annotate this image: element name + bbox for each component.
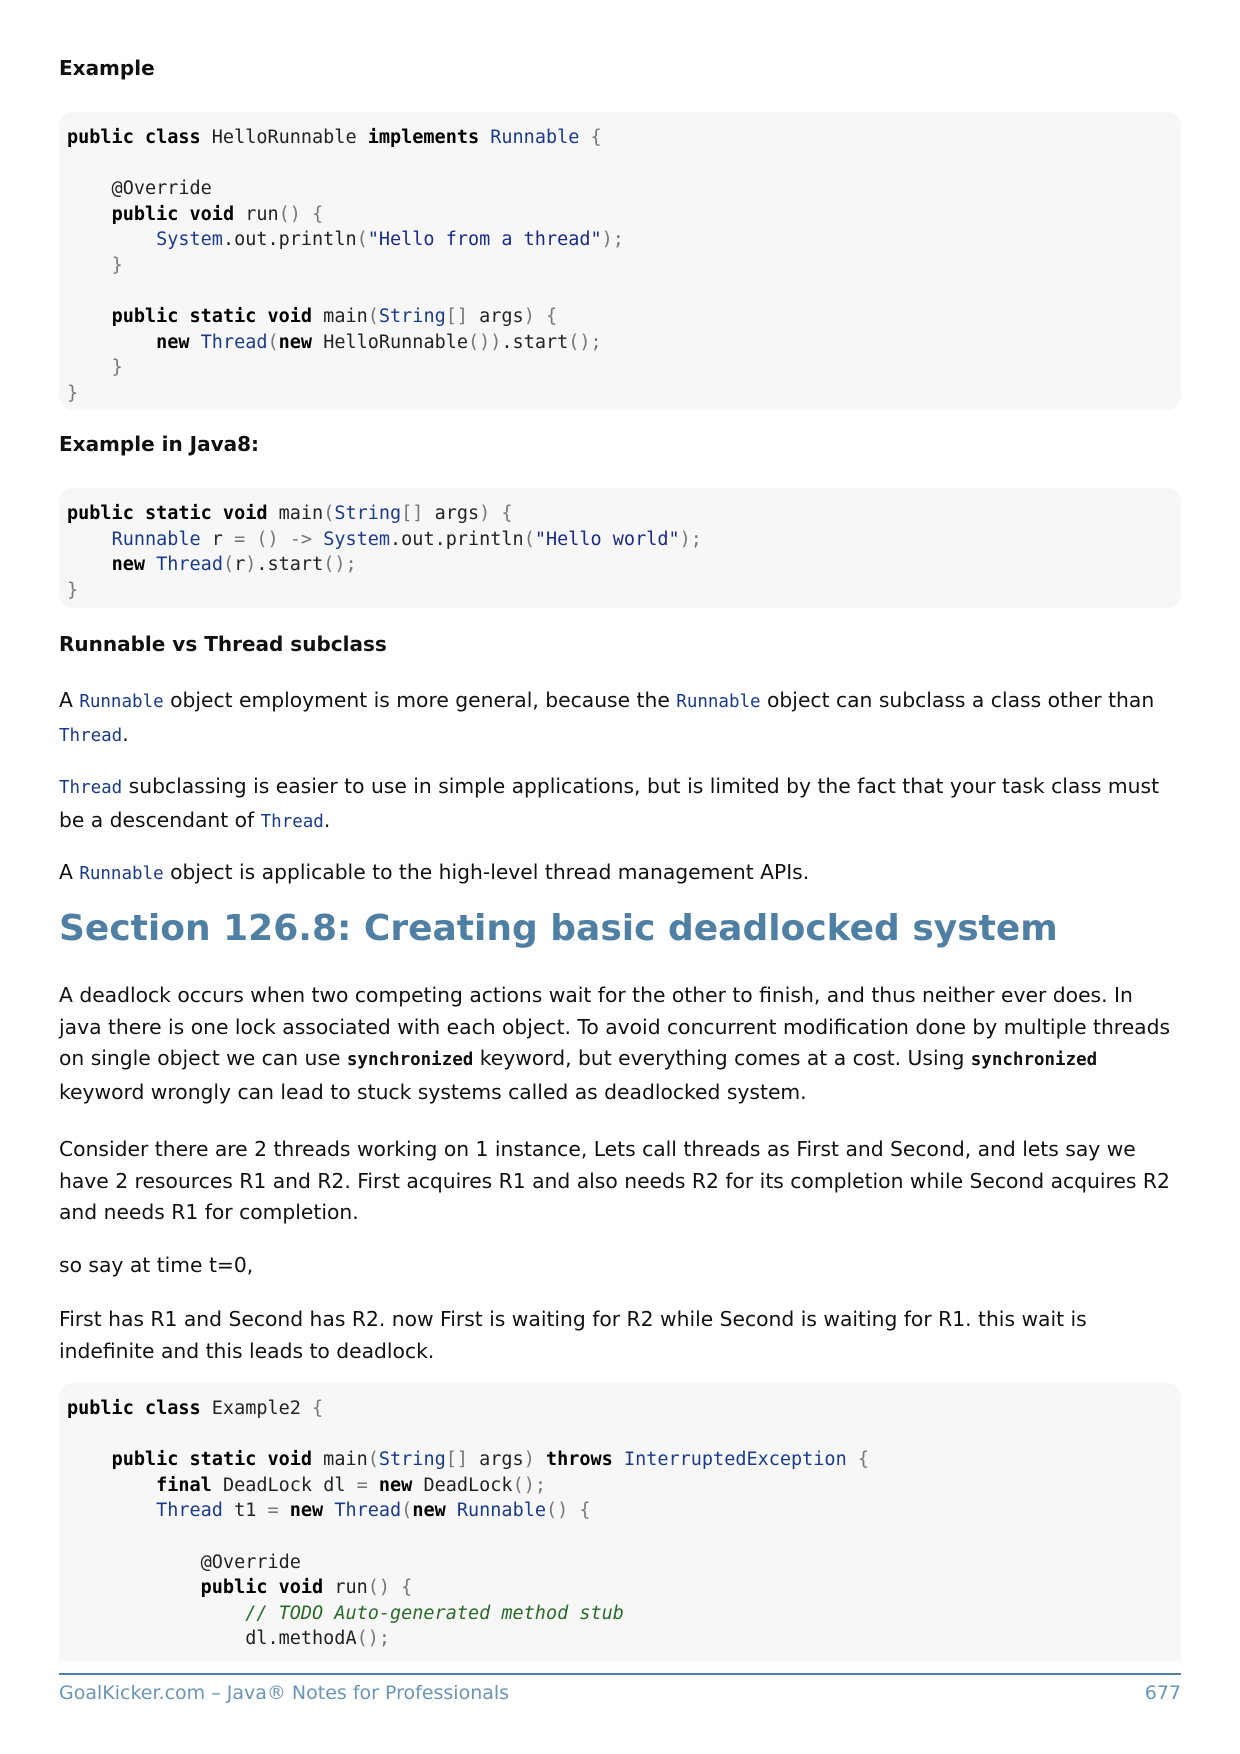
- code-block-example2: public class Example2 { public static vo…: [59, 1383, 1181, 1661]
- paragraph-thread-subclassing: Thread subclassing is easier to use in s…: [59, 774, 1160, 832]
- paragraph-time-zero: so say at time t=0,: [59, 1253, 254, 1277]
- example-heading: Example: [59, 56, 155, 80]
- paragraph-runnable-apis: A Runnable object is applicable to the h…: [59, 860, 810, 884]
- paragraph-two-threads: Consider there are 2 threads working on …: [59, 1137, 1170, 1224]
- footer-source: GoalKicker.com – Java® Notes for Profess…: [59, 1682, 510, 1704]
- paragraph-runnable-general: A Runnable object employment is more gen…: [59, 688, 1155, 746]
- paragraph-deadlock-wait: First has R1 and Second has R2. now Firs…: [59, 1307, 1087, 1363]
- page-footer: GoalKicker.com – Java® Notes for Profess…: [59, 1682, 1181, 1704]
- paragraph-deadlock-definition: A deadlock occurs when two competing act…: [59, 983, 1171, 1104]
- java8-example-heading: Example in Java8:: [59, 432, 260, 456]
- footer-divider: [59, 1673, 1181, 1675]
- code-block-hello-runnable: public class HelloRunnable implements Ru…: [59, 112, 1181, 410]
- code-block-java8: public static void main(String[] args) {…: [59, 488, 1181, 608]
- section-title: Section 126.8: Creating basic deadlocked…: [59, 908, 1058, 949]
- page-number: 677: [1144, 1682, 1181, 1704]
- runnable-vs-thread-heading: Runnable vs Thread subclass: [59, 632, 387, 656]
